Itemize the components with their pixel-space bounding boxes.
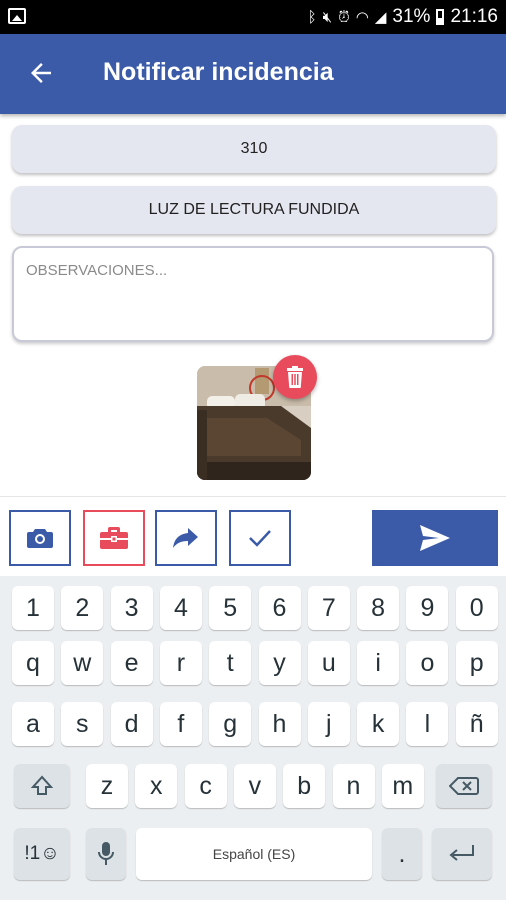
key-3[interactable]: 3	[110, 586, 153, 630]
key-6[interactable]: 6	[258, 586, 301, 630]
battery-icon	[436, 9, 445, 25]
key-1[interactable]: 1	[12, 586, 54, 630]
key-ñ[interactable]: ñ	[455, 702, 498, 746]
camera-button[interactable]	[9, 510, 71, 566]
status-icons: ᛒ 🔇︎ ⏰︎ ◠ ◢ 31% 21:16	[308, 0, 498, 34]
confirm-button[interactable]	[229, 510, 291, 566]
key-f[interactable]: f	[159, 702, 202, 746]
key-s[interactable]: s	[61, 702, 104, 746]
key-8[interactable]: 8	[357, 586, 400, 630]
key-p[interactable]: p	[455, 641, 498, 685]
space-key[interactable]: Español (ES)	[136, 828, 372, 880]
key-0[interactable]: 0	[455, 586, 498, 630]
send-button[interactable]	[372, 510, 498, 566]
signal-icon: ◢	[374, 8, 387, 26]
key-k[interactable]: k	[357, 702, 400, 746]
enter-key[interactable]	[432, 828, 492, 880]
observations-input[interactable]	[14, 248, 492, 340]
voice-input-key[interactable]	[86, 828, 126, 880]
backspace-key[interactable]	[436, 764, 492, 808]
mute-icon: 🔇︎	[322, 8, 333, 26]
alarm-icon: ⏰︎	[338, 8, 350, 26]
shift-icon	[30, 775, 54, 795]
bluetooth-icon: ᛒ	[307, 8, 317, 26]
share-button[interactable]	[155, 510, 217, 566]
keyboard: !1☺ Español (ES) . 1234567890 qwertyuiop a…	[0, 576, 506, 900]
symbols-key[interactable]: !1☺	[14, 828, 70, 880]
key-y[interactable]: y	[258, 641, 301, 685]
send-icon	[420, 525, 450, 551]
key-j[interactable]: j	[307, 702, 350, 746]
page-title: Notificar incidencia	[103, 58, 334, 86]
battery-percent: 31%	[392, 6, 431, 27]
clock: 21:16	[450, 6, 498, 27]
key-u[interactable]: u	[307, 641, 350, 685]
observations-field[interactable]	[12, 246, 494, 342]
room-field[interactable]: 310	[12, 125, 496, 173]
backspace-icon	[449, 777, 479, 795]
key-r[interactable]: r	[159, 641, 202, 685]
key-b[interactable]: b	[283, 764, 326, 808]
key-a[interactable]: a	[12, 702, 54, 746]
key-t[interactable]: t	[209, 641, 252, 685]
back-arrow-icon[interactable]	[26, 58, 56, 88]
gallery-icon	[8, 8, 26, 24]
key-z[interactable]: z	[86, 764, 128, 808]
toolbox-button[interactable]	[83, 510, 145, 566]
toolbox-icon	[100, 527, 128, 549]
key-c[interactable]: c	[184, 764, 227, 808]
key-e[interactable]: e	[110, 641, 153, 685]
microphone-icon	[98, 842, 114, 865]
shift-key[interactable]	[14, 764, 70, 808]
key-9[interactable]: 9	[406, 586, 449, 630]
key-7[interactable]: 7	[307, 586, 350, 630]
key-o[interactable]: o	[406, 641, 449, 685]
key-n[interactable]: n	[332, 764, 375, 808]
key-v[interactable]: v	[233, 764, 276, 808]
key-i[interactable]: i	[357, 641, 400, 685]
key-q[interactable]: q	[12, 641, 54, 685]
wifi-icon: ◠	[355, 8, 369, 26]
key-h[interactable]: h	[258, 702, 301, 746]
key-g[interactable]: g	[209, 702, 252, 746]
share-icon	[173, 528, 198, 548]
period-key[interactable]: .	[382, 828, 422, 880]
app-bar: Notificar incidencia	[0, 34, 506, 114]
key-l[interactable]: l	[406, 702, 449, 746]
key-m[interactable]: m	[381, 764, 424, 808]
key-5[interactable]: 5	[209, 586, 252, 630]
incident-field[interactable]: LUZ DE LECTURA FUNDIDA	[12, 186, 496, 234]
key-w[interactable]: w	[61, 641, 104, 685]
key-x[interactable]: x	[135, 764, 178, 808]
enter-icon	[449, 845, 474, 861]
divider	[0, 496, 506, 497]
trash-icon	[287, 366, 303, 388]
status-bar: ᛒ 🔇︎ ⏰︎ ◠ ◢ 31% 21:16	[0, 0, 506, 34]
camera-icon	[27, 529, 53, 548]
key-4[interactable]: 4	[159, 586, 202, 630]
key-2[interactable]: 2	[61, 586, 104, 630]
delete-photo-button[interactable]	[273, 355, 317, 399]
key-d[interactable]: d	[110, 702, 153, 746]
check-icon	[249, 530, 271, 547]
